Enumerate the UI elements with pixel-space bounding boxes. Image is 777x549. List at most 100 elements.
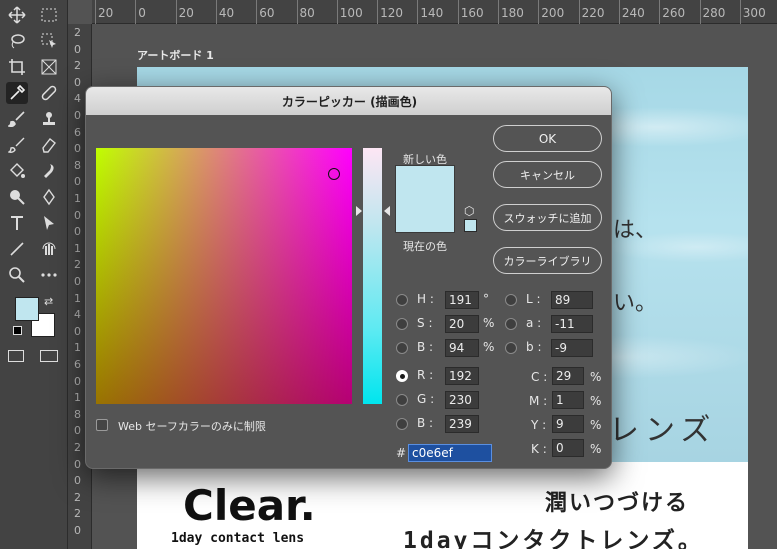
label-h: H : <box>417 292 434 306</box>
art-text-lens: レンズ <box>609 413 717 448</box>
ruler-tick <box>457 0 459 24</box>
color-libraries-button[interactable]: カラーライブラリ <box>493 247 602 274</box>
input-y[interactable]: 9 <box>552 415 584 433</box>
ruler-tick-label: 1 <box>74 241 81 255</box>
ruler-tick-label: 0 <box>74 75 81 89</box>
ruler-tick-label: 100 <box>339 6 363 20</box>
frame-icon[interactable] <box>38 56 60 78</box>
screen-mode-icon[interactable] <box>40 350 58 362</box>
ruler-tick-label: 180 <box>501 6 524 20</box>
marquee-icon[interactable] <box>38 4 60 26</box>
out-of-gamut-swatch[interactable] <box>464 219 477 232</box>
hex-input[interactable]: c0e6ef <box>408 444 492 462</box>
label-y: Y : <box>531 418 547 432</box>
smudge-icon[interactable] <box>38 160 60 182</box>
healing-icon[interactable] <box>38 82 60 104</box>
ruler-tick-label: 0 <box>74 142 81 156</box>
ruler-tick-label: 0 <box>74 225 81 239</box>
radio-g[interactable] <box>396 394 408 406</box>
line-icon[interactable] <box>6 238 28 260</box>
web-safe-label: Web セーフカラーのみに制限 <box>118 420 266 433</box>
input-k[interactable]: 0 <box>552 439 584 457</box>
radio-b-rgb[interactable] <box>396 418 408 430</box>
hex-prefix: # <box>396 446 407 460</box>
radio-b-hsb[interactable] <box>396 342 408 354</box>
ruler-tick-label: 4 <box>74 308 81 322</box>
bucket-icon[interactable] <box>6 160 28 182</box>
color-field-picker[interactable] <box>328 168 340 180</box>
history-brush-icon[interactable] <box>6 134 28 156</box>
art-clear-title: Clear. <box>183 481 316 530</box>
color-field[interactable] <box>96 148 352 404</box>
quick-mask-icon[interactable] <box>8 350 24 362</box>
stamp-icon[interactable] <box>38 108 60 130</box>
radio-r[interactable] <box>396 370 408 382</box>
unit-m: % <box>590 394 602 408</box>
cancel-button[interactable]: キャンセル <box>493 161 602 188</box>
cube-icon[interactable]: ⬡ <box>464 204 474 218</box>
lasso-icon[interactable] <box>6 30 28 52</box>
path-select-icon[interactable] <box>38 212 60 234</box>
type-icon[interactable] <box>6 212 28 234</box>
ruler-tick <box>538 0 540 24</box>
foreground-color-swatch[interactable] <box>15 297 39 321</box>
input-l[interactable]: 89 <box>551 291 593 309</box>
hue-slider[interactable] <box>363 148 382 404</box>
input-a[interactable]: -11 <box>551 315 593 333</box>
ruler-tick-label: 240 <box>621 6 645 20</box>
ruler-tick-label: 0 <box>74 457 81 471</box>
ruler-tick-label: 220 <box>581 6 605 20</box>
art-text-wa: は、 <box>613 218 658 243</box>
radio-a[interactable] <box>505 318 517 330</box>
move-icon[interactable] <box>6 4 28 26</box>
add-to-swatches-button[interactable]: スウォッチに追加 <box>493 204 602 231</box>
hand-rotate-icon[interactable] <box>38 238 60 260</box>
radio-s[interactable] <box>396 318 408 330</box>
unit-s: % <box>483 316 495 330</box>
input-h[interactable]: 191 <box>445 291 479 309</box>
ok-button[interactable]: OK <box>493 125 602 152</box>
radio-l[interactable] <box>505 294 517 306</box>
object-select-icon[interactable] <box>38 30 60 52</box>
input-m[interactable]: 1 <box>552 391 584 409</box>
label-r: R : <box>417 368 434 382</box>
crop-icon[interactable] <box>6 56 28 78</box>
pen-icon[interactable] <box>38 186 60 208</box>
zoom-icon[interactable] <box>6 264 28 286</box>
ruler-tick-label: 0 <box>74 324 81 338</box>
ruler-tick <box>175 0 177 24</box>
ruler-tick <box>336 0 338 24</box>
input-r[interactable]: 192 <box>445 367 479 385</box>
radio-b-lab[interactable] <box>505 342 517 354</box>
brush-icon[interactable] <box>6 108 28 130</box>
dodge-icon[interactable] <box>6 186 28 208</box>
ruler-tick-label: 80 <box>299 6 315 20</box>
eyedropper-icon[interactable] <box>6 82 28 104</box>
ruler-tick-label: 1 <box>74 291 81 305</box>
input-b-lab[interactable]: -9 <box>551 339 593 357</box>
input-b-hsb[interactable]: 94 <box>445 339 479 357</box>
eraser-icon[interactable] <box>38 134 60 156</box>
ruler-tick <box>618 0 620 24</box>
label-a: a : <box>526 316 542 330</box>
input-b-rgb[interactable]: 239 <box>445 415 479 433</box>
ruler-tick-label: 200 <box>541 6 565 20</box>
hue-slider-right-handle[interactable] <box>384 206 390 216</box>
label-l: L : <box>526 292 541 306</box>
input-s[interactable]: 20 <box>445 315 479 333</box>
ruler-tick-label: 280 <box>702 6 726 20</box>
more-icon[interactable] <box>38 264 60 286</box>
current-color-label: 現在の色 <box>403 240 447 253</box>
ruler-tick-label: 4 <box>74 92 81 106</box>
input-g[interactable]: 230 <box>445 391 479 409</box>
ruler-tick-label: 0 <box>74 524 81 537</box>
artboard-label[interactable]: アートボード 1 <box>137 47 214 63</box>
radio-h[interactable] <box>396 294 408 306</box>
hue-slider-left-handle[interactable] <box>356 206 362 216</box>
default-colors-icon[interactable] <box>13 326 22 335</box>
web-safe-checkbox[interactable] <box>96 419 108 431</box>
ruler-tick-label: 1 <box>74 192 81 205</box>
art-tagline-1: 潤いつづける <box>545 491 690 516</box>
input-c[interactable]: 29 <box>552 367 584 385</box>
swap-colors-icon[interactable]: ⇄ <box>44 295 53 308</box>
